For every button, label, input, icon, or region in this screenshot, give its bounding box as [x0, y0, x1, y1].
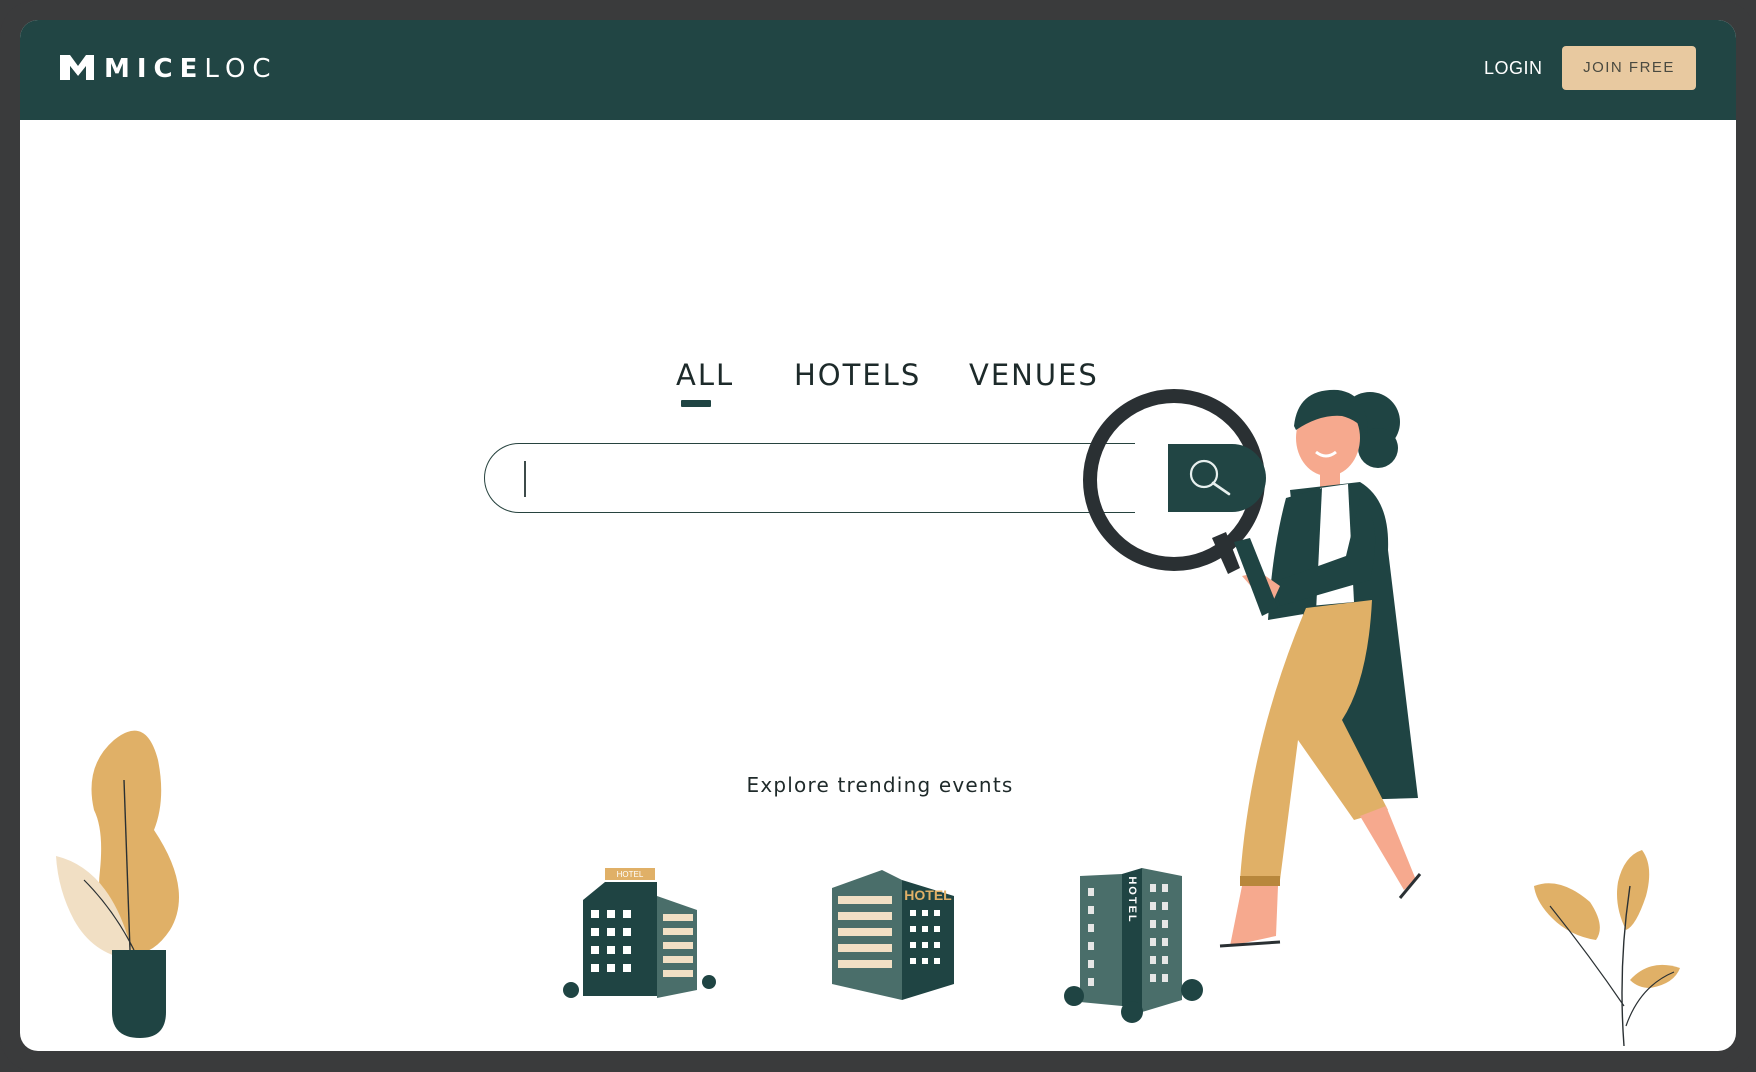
hotel-building-icon[interactable]: HOTEL — [828, 866, 968, 1006]
device-frame: MICELOC LOGIN JOIN FREE ALL HOTELS VENUE… — [0, 0, 1756, 1072]
hotel-sign-3: HOTEL — [1126, 876, 1138, 923]
text-cursor — [524, 461, 526, 497]
join-free-button[interactable]: JOIN FREE — [1562, 46, 1696, 90]
left-plant-decoration — [56, 730, 179, 1038]
login-link[interactable]: LOGIN — [1484, 58, 1543, 79]
hotel-sign-2: HOTEL — [904, 887, 952, 903]
right-plant-decoration — [1534, 850, 1680, 1047]
logo-m-mark-icon — [60, 55, 94, 80]
logo-text-light: LOC — [204, 54, 278, 84]
search-input[interactable] — [520, 452, 1084, 504]
logo-text-bold: MICE — [104, 54, 205, 84]
hotel-building-icon[interactable]: HOTEL — [563, 866, 716, 1006]
tab-all[interactable]: ALL — [676, 358, 734, 392]
active-tab-indicator — [681, 400, 711, 407]
tab-hotels[interactable]: HOTELS — [794, 358, 921, 392]
hotel-sign-1: HOTEL — [617, 870, 644, 879]
hotel-building-icon[interactable]: HOTEL — [1060, 866, 1210, 1026]
tab-venues[interactable]: VENUES — [969, 358, 1099, 392]
top-navigation-bar: MICELOC LOGIN JOIN FREE — [20, 20, 1736, 120]
miceloc-logo[interactable]: MICELOC — [58, 50, 271, 90]
explore-heading: Explore trending events — [746, 773, 1014, 797]
logo-wordmark: MICELOC — [104, 54, 278, 84]
woman-with-magnifier-illustration — [1219, 389, 1422, 948]
app-screen: MICELOC LOGIN JOIN FREE ALL HOTELS VENUE… — [20, 20, 1736, 1051]
